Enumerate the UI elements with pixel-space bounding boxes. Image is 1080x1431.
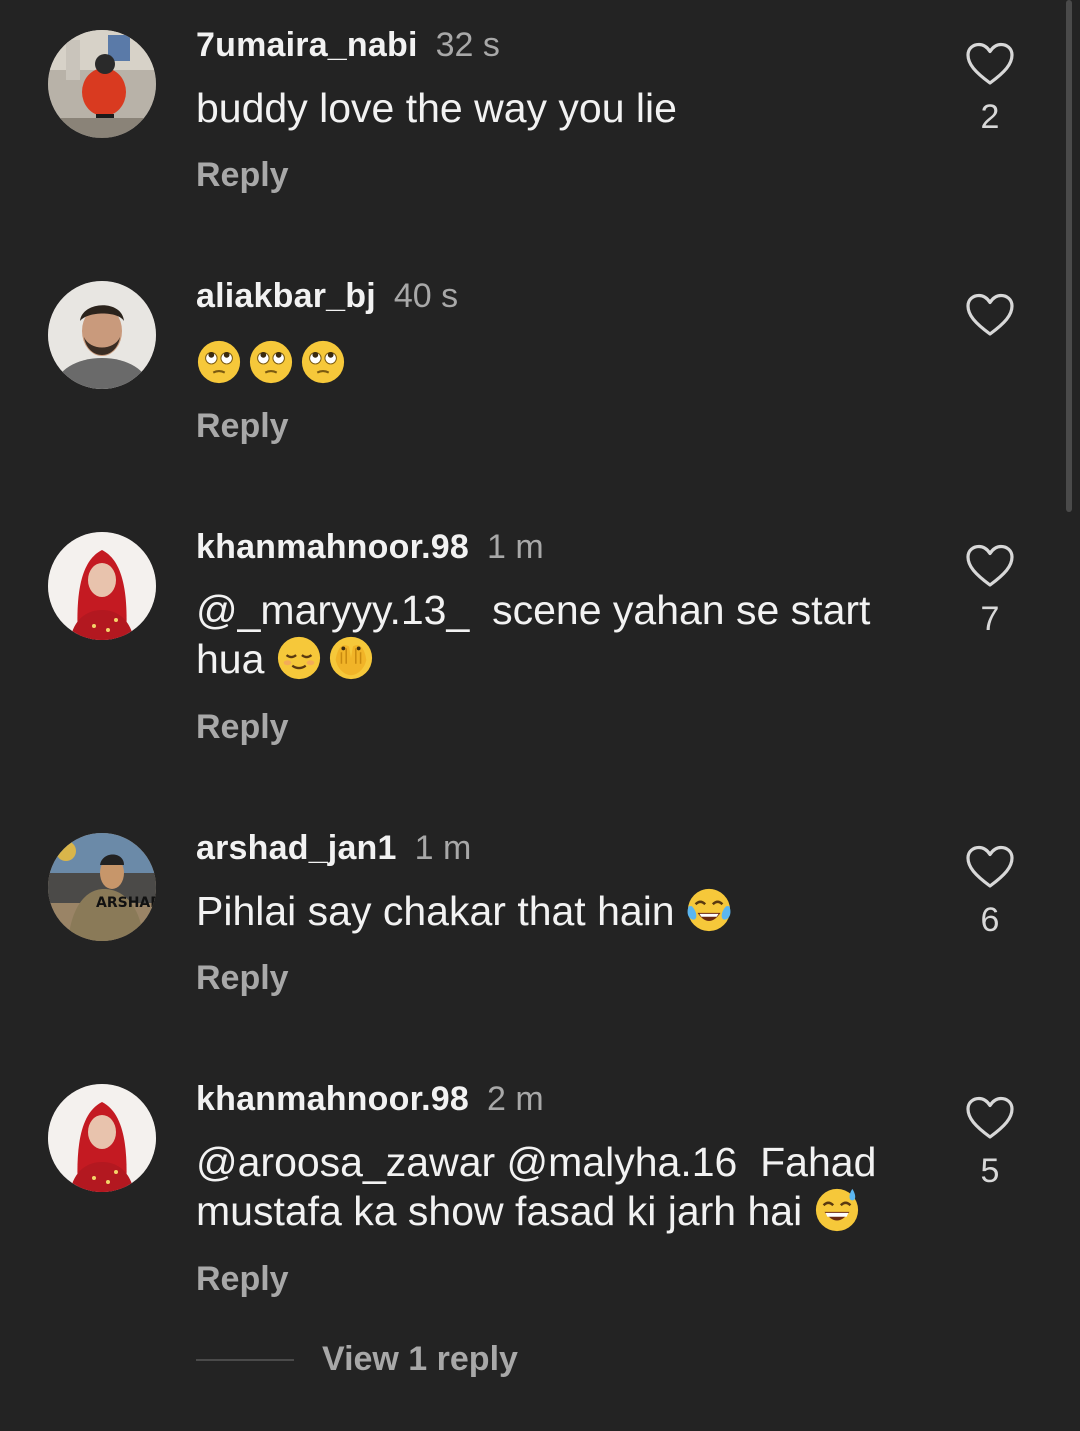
relieved-face-icon <box>277 636 320 680</box>
username[interactable]: khanmahnoor.98 <box>196 1080 469 1118</box>
mention-link[interactable]: @aroosa_zawar @malyha.16 <box>196 1139 737 1185</box>
avatar[interactable] <box>48 30 156 138</box>
comment-item: aliakbar_bj 40 s Reply <box>0 251 1080 501</box>
mention-link[interactable]: @_maryyy.13_ <box>196 587 469 633</box>
like-count: 5 <box>980 1152 1000 1190</box>
view-replies-label: View 1 reply <box>322 1340 518 1378</box>
like-count: 7 <box>980 600 1000 638</box>
timestamp: 1 m <box>487 528 544 566</box>
username[interactable]: 7umaira_nabi <box>196 26 418 64</box>
comment-body: buddy love the way you lie <box>196 85 677 131</box>
avatar[interactable] <box>48 1084 156 1192</box>
heart-outline-icon <box>966 1096 1014 1139</box>
comment-meta: khanmahnoor.98 1 m <box>196 528 544 567</box>
comment-meta: 7umaira_nabi 32 s <box>196 26 500 65</box>
like-button[interactable]: 2 <box>962 42 1018 137</box>
reply-button[interactable]: Reply <box>196 156 289 195</box>
face-with-tears-of-joy-icon <box>687 888 731 932</box>
username[interactable]: aliakbar_bj <box>196 277 376 315</box>
comment-text: buddy love the way you lie <box>196 84 916 133</box>
comment-text: Pihlai say chakar that hain <box>196 887 916 936</box>
face-with-rolling-eyes-icon <box>301 340 345 384</box>
timestamp: 2 m <box>487 1080 544 1118</box>
grinning-face-with-sweat-icon <box>815 1188 858 1232</box>
reply-button[interactable]: Reply <box>196 407 289 446</box>
heart-outline-icon <box>966 544 1014 587</box>
avatar[interactable] <box>48 281 156 389</box>
heart-outline-icon <box>966 293 1014 336</box>
comment-meta: khanmahnoor.98 2 m <box>196 1080 544 1119</box>
like-button[interactable]: 7 <box>962 544 1018 639</box>
face-with-hand-over-mouth-icon <box>329 636 372 680</box>
comment-meta: arshad_jan1 1 m <box>196 829 471 868</box>
avatar-patch-label: ARSHAD <box>96 895 156 911</box>
comment-text: @aroosa_zawar @malyha.16 Fahad mustafa k… <box>196 1138 916 1236</box>
comment-item: 7umaira_nabi 32 s buddy love the way you … <box>0 0 1080 250</box>
comment-item: khanmahnoor.98 2 m @aroosa_zawar @malyha.… <box>0 1054 1080 1431</box>
comment-item: ARSHAD arshad_jan1 1 m Pihlai say chakar … <box>0 803 1080 1053</box>
like-count: 6 <box>980 901 1000 939</box>
divider <box>196 1358 294 1361</box>
heart-outline-icon <box>966 845 1014 888</box>
comment-text: @_maryyy.13_ scene yahan se start hua <box>196 586 916 684</box>
like-button[interactable] <box>962 293 1018 349</box>
comment-meta: aliakbar_bj 40 s <box>196 277 458 316</box>
comments-page: 7umaira_nabi 32 s buddy love the way you … <box>0 0 1080 1431</box>
comment-body: Pihlai say chakar that hain <box>196 888 675 934</box>
reply-button[interactable]: Reply <box>196 1260 289 1299</box>
timestamp: 32 s <box>435 26 500 64</box>
timestamp: 40 s <box>393 277 459 315</box>
like-count: 2 <box>980 98 1000 136</box>
username[interactable]: arshad_jan1 <box>196 829 397 867</box>
heart-outline-icon <box>966 42 1014 85</box>
reply-button[interactable]: Reply <box>196 959 289 998</box>
avatar[interactable] <box>48 532 156 640</box>
view-replies-button[interactable]: View 1 reply <box>196 1340 518 1379</box>
avatar[interactable]: ARSHAD <box>48 833 156 941</box>
timestamp: 1 m <box>414 829 472 867</box>
reply-button[interactable]: Reply <box>196 708 289 747</box>
face-with-rolling-eyes-icon <box>249 340 293 384</box>
comment-text <box>196 339 916 388</box>
face-with-rolling-eyes-icon <box>197 340 241 384</box>
like-button[interactable]: 5 <box>962 1096 1018 1191</box>
username[interactable]: khanmahnoor.98 <box>196 528 469 566</box>
like-button[interactable]: 6 <box>962 845 1018 940</box>
comment-item: khanmahnoor.98 1 m @_maryyy.13_ scene yah… <box>0 502 1080 802</box>
